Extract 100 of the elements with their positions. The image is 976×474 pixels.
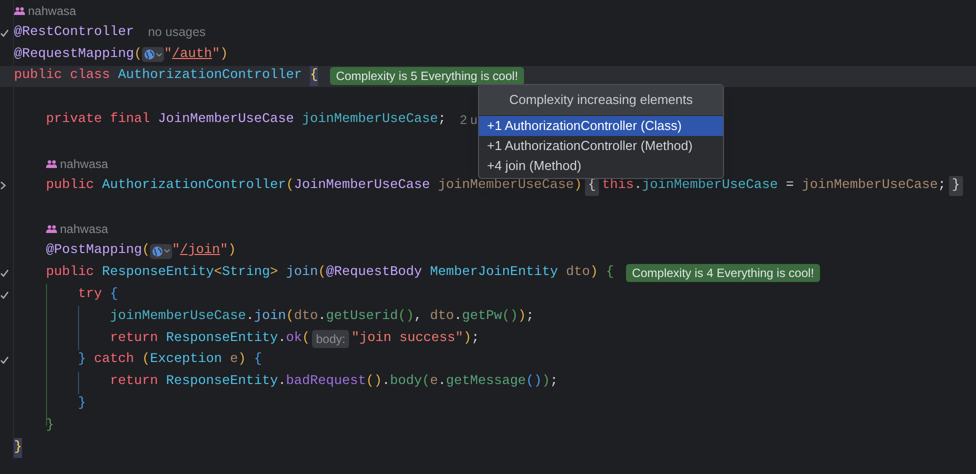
url-inlay-button[interactable] [150,244,172,259]
popup-item[interactable]: +1 AuthorizationController (Class) [479,116,723,136]
code-token: { [606,264,614,282]
code-token: public class [14,67,110,86]
code-token: "join success" [351,330,464,348]
expand-chevron-icon[interactable] [0,181,6,190]
code-token: { [310,66,318,86]
code-token: () [526,373,542,392]
popup-item[interactable]: +4 join (Method) [479,156,723,176]
code-token: () [366,373,382,392]
code-token: @RequestMapping [14,46,134,64]
code-token: private final [46,111,150,130]
code-token: ) [463,330,472,348]
code-token: . [246,308,254,326]
code-token: . [278,330,286,348]
code-token: " [164,46,172,64]
code-token: dto [566,264,590,282]
code-token: ) [238,351,246,370]
code-token: @PostMapping [46,242,142,260]
people-icon [46,160,57,168]
code-token: { [254,351,262,370]
code-token: ) [542,373,550,392]
popup-item[interactable]: +1 AuthorizationController (Method) [479,136,723,156]
code-token: } [46,416,54,435]
code-token: getUserid [326,308,398,326]
code-token: } [78,351,86,370]
code-token: joinMemberUseCase [802,176,938,195]
code-token: { [110,286,118,304]
code-token: < [214,264,222,282]
code-token: getPw [462,308,502,326]
author-name: nahwasa [60,156,108,173]
code-token: ResponseEntity [102,264,214,282]
code-token: MemberJoinEntity [430,264,558,282]
code-token: . [278,373,286,392]
code-token: ( [142,351,150,370]
code-token: joinMemberUseCase [302,111,438,130]
url-inlay-button[interactable] [142,47,164,62]
code-token: @RestController [14,24,134,42]
code-token: " [220,242,228,260]
people-icon [14,6,25,15]
code-token: > [270,264,278,282]
code-token: ) [574,176,582,195]
code-token: . [454,308,462,326]
code-token: ; [471,330,480,348]
code-token: } [78,395,86,414]
usage-hint: no usages [148,24,206,42]
code-token: JoinMemberUseCase [158,111,294,130]
code-token: ResponseEntity [166,373,278,392]
code-token: catch [94,351,134,370]
code-token: = [786,176,794,195]
caret-icon [156,52,162,57]
complexity-badge: Complexity is 4 Everything is cool! [626,264,820,282]
code-token: . [382,373,390,392]
code-token: . [634,176,642,195]
code-token: join [254,308,286,326]
code-token: JoinMemberUseCase [294,176,430,195]
code-token: try [78,286,102,304]
code-token: public [46,176,94,195]
code-token: . [438,373,446,392]
code-token: AuthorizationController [118,67,302,86]
code-token: this [602,176,634,195]
code-token: ) [228,242,236,260]
parameter-hint: body: [312,330,350,348]
code-token: ; [438,111,446,130]
code-token: } [14,438,22,458]
usage-hint: 2 u [460,112,478,129]
code-token: ( [318,264,326,282]
folded-brace: } [948,176,963,196]
code-token: body [390,373,422,392]
code-token: ; [526,308,534,326]
code-token: () [398,308,414,326]
code-token: joinMemberUseCase [642,176,778,195]
popup-title: Complexity increasing elements [479,85,723,115]
code-token: String [222,264,270,282]
code-token: Exception [150,351,222,370]
code-token: ; [938,176,946,195]
code-token: ( [422,373,430,392]
code-token: " [172,242,180,260]
code-token: joinMemberUseCase [110,308,246,326]
code-token: e [230,351,238,370]
people-icon [46,225,57,234]
caret-icon [164,249,170,254]
code-token: ) [590,264,598,282]
code-token: joinMemberUseCase [438,176,574,195]
globe-icon [144,49,155,60]
code-token: ( [142,242,150,260]
code-token: dto [430,308,454,326]
code-token: " [212,46,220,64]
code-token: join [286,264,318,282]
code-token: dto [294,308,318,326]
author-name: nahwasa [60,221,108,238]
code-token: public [46,264,94,282]
code-token: ( [134,46,142,64]
code-token: ) [220,46,228,64]
code-token: e [430,373,438,392]
code-token: AuthorizationController [102,176,286,195]
code-token: return [110,373,158,392]
author-name: nahwasa [28,2,76,20]
code-token: ( [286,308,294,326]
code-token: ( [302,330,310,348]
